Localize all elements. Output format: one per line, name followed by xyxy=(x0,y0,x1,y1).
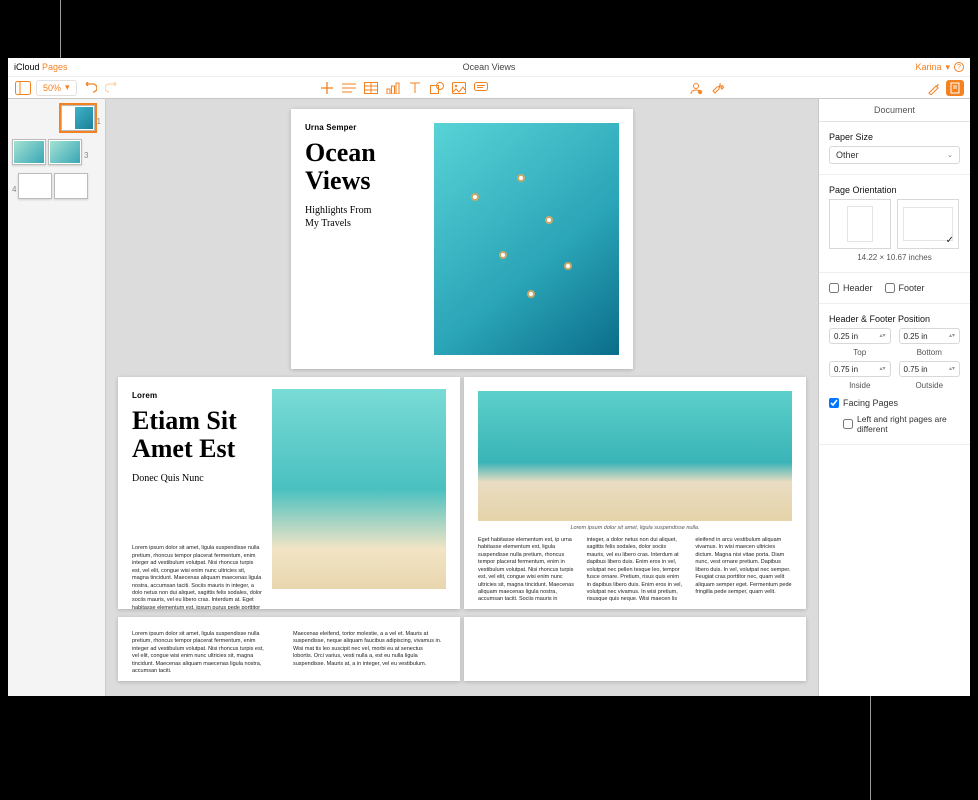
page-title-line2: Amet Est xyxy=(132,435,262,462)
beach-wide-image xyxy=(478,391,792,521)
bottom-label: Bottom xyxy=(899,348,961,357)
hf-position-label: Header & Footer Position xyxy=(829,314,960,324)
thumbnail-page[interactable] xyxy=(18,173,52,199)
lr-different-checkbox[interactable]: Left and right pages are different xyxy=(843,414,960,434)
format-panel-button[interactable] xyxy=(924,79,942,97)
paper-size-label: Paper Size xyxy=(829,132,960,142)
callout-line-right xyxy=(870,696,871,800)
view-options-button[interactable] xyxy=(14,79,32,97)
stepper-arrows-icon: ▴▾ xyxy=(879,334,885,339)
stepper-arrows-icon: ▴▾ xyxy=(949,367,955,372)
add-page-button[interactable] xyxy=(318,79,336,97)
document-panel-button[interactable] xyxy=(946,80,964,96)
page-title-line1: Etiam Sit xyxy=(132,407,262,434)
facing-pages-checkbox[interactable]: Facing Pages xyxy=(829,398,898,408)
paper-size-value: Other xyxy=(836,150,859,160)
title-bar: iCloud Pages Ocean Views Karina ▾ ? xyxy=(8,58,970,77)
paper-size-select[interactable]: Other ⌄ xyxy=(829,146,960,164)
toolbar: 50% ▾ xyxy=(8,77,970,99)
thumbnail-spread-2[interactable]: 3 xyxy=(12,139,101,165)
comment-button[interactable] xyxy=(472,79,490,97)
thumbnail-page[interactable] xyxy=(12,139,46,165)
outside-margin-stepper[interactable]: 0.75 in▴▾ xyxy=(899,361,961,377)
chevron-down-icon: ▾ xyxy=(65,82,70,93)
facing-pages-label: Facing Pages xyxy=(843,398,898,408)
document-title: Ocean Views xyxy=(8,62,970,72)
image-caption: Lorem ipsum dolor sit amet, ligula suspe… xyxy=(478,525,792,532)
media-button[interactable] xyxy=(450,79,468,97)
thumbnail-number: 1 xyxy=(97,117,101,126)
page-subtitle: Donec Quis Nunc xyxy=(132,472,262,485)
zoom-select[interactable]: 50% ▾ xyxy=(36,80,77,96)
thumbnail-page[interactable] xyxy=(48,139,82,165)
undo-button[interactable] xyxy=(81,79,99,97)
orientation-portrait[interactable] xyxy=(829,199,891,249)
app-window: iCloud Pages Ocean Views Karina ▾ ? 50% … xyxy=(8,58,970,696)
outside-label: Outside xyxy=(899,381,961,390)
footer-checkbox[interactable]: Footer xyxy=(885,283,925,293)
page-title-line1: Ocean xyxy=(305,139,425,166)
inspector-title: Document xyxy=(819,99,970,122)
page-thumbnails-sidebar[interactable]: 1 3 4 xyxy=(8,99,106,696)
thumbnail-number: 3 xyxy=(84,151,88,160)
redo-button[interactable] xyxy=(103,79,121,97)
top-label: Top xyxy=(829,348,891,357)
lr-different-label: Left and right pages are different xyxy=(857,414,960,434)
stepper-arrows-icon: ▴▾ xyxy=(879,367,885,372)
orientation-landscape[interactable] xyxy=(897,199,959,249)
page-3[interactable]: Lorem ipsum dolor sit amet, ligula suspe… xyxy=(464,377,806,609)
paragraph-style-button[interactable] xyxy=(340,79,358,97)
collaborate-button[interactable] xyxy=(687,79,705,97)
chart-button[interactable] xyxy=(384,79,402,97)
header-checkbox[interactable]: Header xyxy=(829,283,873,293)
header-label: Header xyxy=(843,283,873,293)
document-canvas[interactable]: Urna Semper Ocean Views Highlights From … xyxy=(106,99,818,696)
inside-margin-stepper[interactable]: 0.75 in▴▾ xyxy=(829,361,891,377)
body-text: Lorem ipsum dolor sit amet, ligula suspe… xyxy=(132,545,262,609)
body-text: Lorem ipsum dolor sit amet, ligula suspe… xyxy=(132,631,272,676)
page-2[interactable]: Lorem Etiam Sit Amet Est Donec Quis Nunc… xyxy=(118,377,460,609)
page-5[interactable] xyxy=(464,617,806,681)
page-subtitle-line1: Highlights From xyxy=(305,204,425,217)
body-text: Eget habitasse elementum est, ip urna ha… xyxy=(478,537,792,604)
bottom-margin-stepper[interactable]: 0.25 in▴▾ xyxy=(899,328,961,344)
beach-image xyxy=(272,389,446,589)
ocean-image xyxy=(434,123,619,355)
body-text: Maecenas eleifend, tortor molestie, a a … xyxy=(293,631,443,668)
tools-button[interactable] xyxy=(709,79,727,97)
page-dimensions: 14.22 × 10.67 inches xyxy=(829,253,960,262)
thumbnail-page[interactable] xyxy=(54,173,88,199)
inside-label: Inside xyxy=(829,381,891,390)
callout-line-top xyxy=(60,0,61,58)
orientation-label: Page Orientation xyxy=(829,185,960,195)
chevron-down-icon: ⌄ xyxy=(947,151,953,159)
inspector-panel: Document Paper Size Other ⌄ Page Orienta… xyxy=(818,99,970,696)
page-subtitle-line2: My Travels xyxy=(305,217,425,230)
page-4[interactable]: Lorem ipsum dolor sit amet, ligula suspe… xyxy=(118,617,460,681)
shape-button[interactable] xyxy=(428,79,446,97)
thumbnail-page[interactable] xyxy=(61,105,95,131)
zoom-value: 50% xyxy=(43,83,61,93)
thumbnail-spread-1[interactable]: 1 xyxy=(12,105,101,131)
table-button[interactable] xyxy=(362,79,380,97)
footer-label: Footer xyxy=(899,283,925,293)
thumbnail-number: 4 xyxy=(12,185,16,194)
top-margin-stepper[interactable]: 0.25 in▴▾ xyxy=(829,328,891,344)
text-box-button[interactable] xyxy=(406,79,424,97)
page-title-line2: Views xyxy=(305,167,425,194)
stepper-arrows-icon: ▴▾ xyxy=(949,334,955,339)
thumbnail-spread-3[interactable]: 4 xyxy=(12,173,101,199)
page-1[interactable]: Urna Semper Ocean Views Highlights From … xyxy=(291,109,633,369)
